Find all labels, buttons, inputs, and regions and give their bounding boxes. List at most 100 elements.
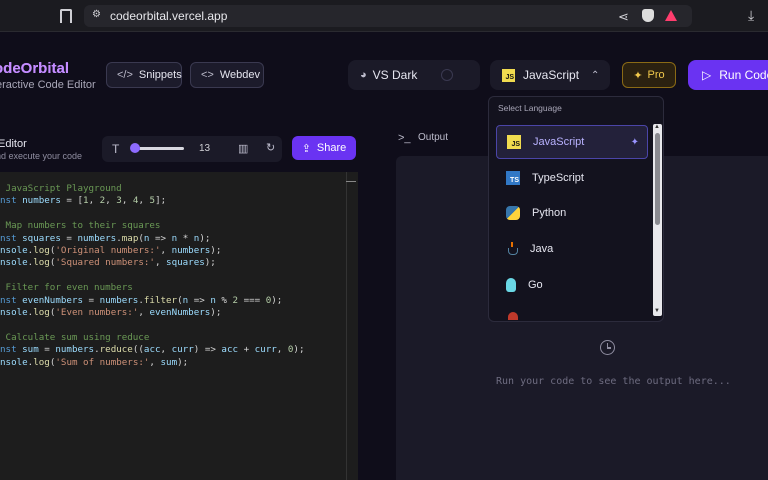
code-token: , <box>154 257 167 269</box>
font-size-slider-thumb[interactable] <box>130 143 140 153</box>
editor-tools <box>102 136 282 162</box>
theme-label: VS Dark <box>372 68 418 82</box>
language-option-label: Go <box>528 279 543 291</box>
scroll-down-icon[interactable]: ▼ <box>654 308 660 314</box>
js-icon: JS <box>502 68 515 82</box>
code-token: ) => <box>193 344 222 356</box>
code-token: ); <box>271 294 283 306</box>
language-option-label: JavaScript <box>533 136 585 148</box>
dropdown-scroll-thumb[interactable] <box>655 133 660 225</box>
code-line[interactable]: nsole.log('Original numbers:', numbers); <box>0 245 221 257</box>
code-token: , <box>276 344 288 356</box>
code-line[interactable]: Calculate sum using reduce <box>0 331 150 344</box>
code-token: Calculate sum using reduce <box>0 331 150 343</box>
code-token: squares <box>22 232 61 244</box>
reset-icon[interactable]: ↻ <box>266 141 275 154</box>
code-token: , <box>138 195 150 207</box>
code-token: log <box>33 356 50 368</box>
code-token: , <box>160 344 172 356</box>
code-token: curr <box>171 344 194 356</box>
sparkle-icon: ✦ <box>633 69 643 82</box>
code-token: nsole <box>0 257 28 269</box>
code-token: % <box>215 294 233 306</box>
code-line[interactable]: nst numbers = [1, 2, 3, 4, 5]; <box>0 195 166 207</box>
code-line[interactable]: nsole.log('Even numbers:', evenNumbers); <box>0 307 221 319</box>
language-option-java[interactable]: Java <box>496 232 648 266</box>
code-line[interactable]: nst sum = numbers.reduce((acc, curr) => … <box>0 344 304 356</box>
webdev-label: Webdev <box>219 69 261 81</box>
code-token: Filter for even numbers <box>0 282 133 294</box>
code-editor[interactable]: JavaScript Playground nst numbers = [1, 2… <box>0 172 358 480</box>
code-token: = <box>83 294 100 306</box>
code-line[interactable]: nst squares = numbers.map(n => n * n); <box>0 233 210 245</box>
language-option-python[interactable]: Python <box>496 196 648 230</box>
share-button[interactable]: ⇪ Share <box>292 136 356 160</box>
code-token: , <box>105 195 117 207</box>
rewards-icon[interactable] <box>665 10 677 21</box>
code-line[interactable]: JavaScript Playground <box>0 183 122 195</box>
language-option-label: Python <box>532 207 567 219</box>
code-line[interactable]: Filter for even numbers <box>0 282 133 294</box>
python-icon <box>506 206 520 220</box>
code-token: filter <box>143 294 178 306</box>
code-token: => <box>188 294 211 306</box>
code-token: = <box>60 232 78 244</box>
code-token: acc <box>221 344 239 356</box>
code-token: === <box>238 294 266 306</box>
code-token: acc <box>143 344 161 356</box>
code-token: map <box>121 232 139 244</box>
snippets-button[interactable]: </> Snippets <box>106 62 182 88</box>
language-option-javascript[interactable]: JS JavaScript ✦ <box>496 125 648 159</box>
code-token: numbers <box>55 344 95 356</box>
code-token: ); <box>210 245 222 256</box>
code-token: 'Sum of numbers:' <box>55 356 150 368</box>
share-page-icon[interactable]: ⋖ <box>618 9 629 25</box>
code-token: evenNumbers <box>22 294 83 306</box>
code-token: numbers <box>22 195 61 207</box>
output-title: Output <box>418 132 449 143</box>
code-token: curr <box>254 344 277 356</box>
theme-selector[interactable]: ◕ VS Dark <box>348 60 480 90</box>
code-token: ]; <box>155 195 167 207</box>
language-option-typescript[interactable]: TS TypeScript <box>496 161 648 195</box>
language-selector[interactable]: JS JavaScript ⌃ <box>490 60 610 90</box>
share-icon: ⇪ <box>301 142 311 155</box>
url-text[interactable]: codeorbital.vercel.app <box>110 9 227 23</box>
code-line[interactable]: nsole.log('Squared numbers:', squares); <box>0 257 216 269</box>
site-settings-icon[interactable]: ⚙ <box>92 10 102 20</box>
code-token: => <box>149 232 172 244</box>
code-token: numbers <box>99 294 139 306</box>
download-icon[interactable]: ⤓ <box>748 7 754 24</box>
bookmark-icon[interactable] <box>60 9 72 27</box>
language-option-go[interactable]: Go <box>496 268 648 302</box>
code-token: evenNumbers <box>149 307 211 318</box>
code-token: ); <box>204 257 216 269</box>
ts-icon: TS <box>506 171 520 185</box>
code-line[interactable]: Map numbers to their squares <box>0 220 161 232</box>
font-size-slider[interactable] <box>134 147 184 150</box>
code-icon: </> <box>117 69 133 81</box>
scroll-up-icon[interactable]: ▲ <box>654 124 660 130</box>
theme-toggle-icon[interactable] <box>441 69 454 81</box>
code-token: ); <box>177 356 189 368</box>
code-ruler <box>346 172 347 480</box>
code-line[interactable]: nst evenNumbers = numbers.filter(n => n … <box>0 295 282 307</box>
code-line[interactable]: nsole.log('Sum of numbers:', sum); <box>0 357 188 369</box>
pro-button[interactable]: ✦ Pro <box>622 62 676 88</box>
editor-subtitle: nd execute your code <box>0 151 83 161</box>
code-token: numbers <box>171 245 211 256</box>
code-token: 'Original numbers:' <box>55 245 161 256</box>
app-subtitle: eractive Code Editor <box>0 79 96 91</box>
brave-shield-icon[interactable] <box>642 9 654 22</box>
code-token: + <box>238 344 255 356</box>
code-token: ); <box>199 232 211 244</box>
book-icon[interactable]: ▥ <box>238 142 248 155</box>
webdev-button[interactable]: <> Webdev <box>190 62 264 88</box>
code-token: 'Squared numbers:' <box>55 257 155 269</box>
share-label: Share <box>316 142 347 154</box>
clock-icon <box>600 340 615 355</box>
run-code-button[interactable]: ▷ Run Code <box>688 60 768 90</box>
editor-title: Editor <box>0 138 27 150</box>
code-token: JavaScript Playground <box>0 183 122 194</box>
code-token: log <box>33 257 50 269</box>
